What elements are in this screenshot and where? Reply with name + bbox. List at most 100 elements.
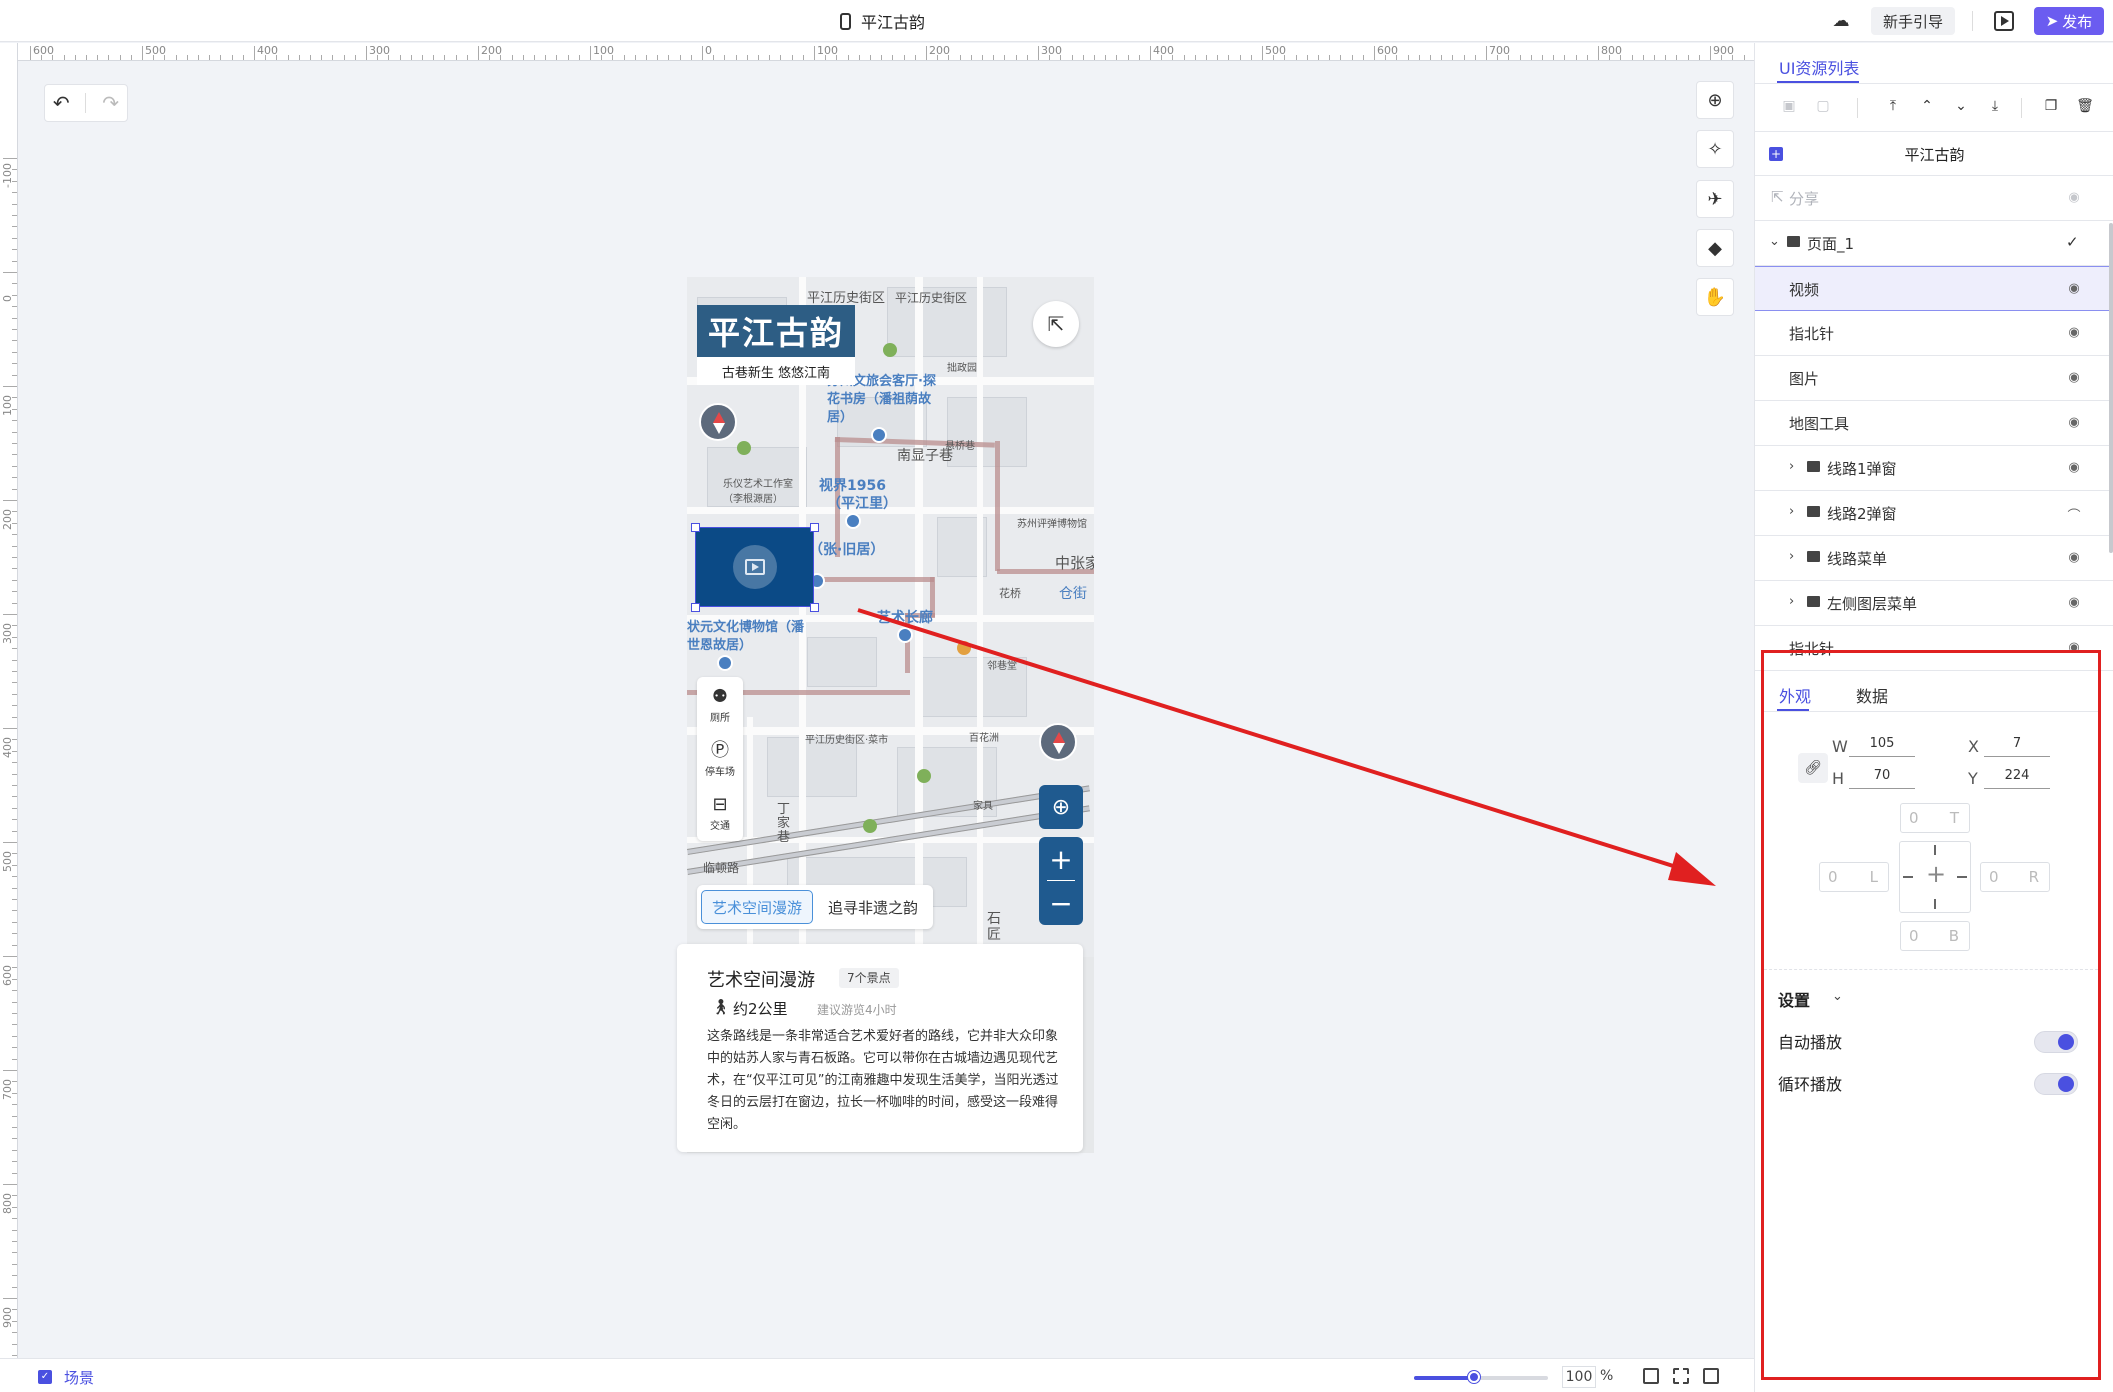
- chevron-down-icon[interactable]: ⌄: [1769, 234, 1780, 249]
- logo-title: 平江古韵: [697, 305, 855, 357]
- locate-tool-icon[interactable]: ⊕: [1696, 81, 1734, 119]
- move-top-icon[interactable]: ⤒: [1883, 98, 1903, 118]
- move-down-icon[interactable]: ⌄: [1951, 98, 1971, 118]
- chevron-right-icon[interactable]: ›: [1789, 594, 1794, 609]
- y-input[interactable]: 224: [1984, 763, 2050, 789]
- satellite-icon[interactable]: ✈: [1696, 180, 1734, 218]
- zoom-out-icon[interactable]: −: [1039, 881, 1083, 925]
- eye-icon[interactable]: ◉: [2065, 281, 2083, 297]
- chevron-right-icon[interactable]: ›: [1789, 459, 1794, 474]
- layer-compass[interactable]: 指北针 ◉: [1755, 311, 2113, 356]
- scene-label[interactable]: 场景: [64, 1367, 94, 1388]
- x-input[interactable]: 7: [1984, 731, 2050, 757]
- copy-icon[interactable]: ❐: [2041, 98, 2061, 118]
- margin-right-input[interactable]: 0 R: [1980, 862, 2050, 892]
- tab-ui-resources[interactable]: UI资源列表: [1779, 55, 1859, 79]
- tool-toilet[interactable]: ⚉ 厕所: [697, 679, 743, 731]
- layer-image[interactable]: 图片 ◉: [1755, 356, 2113, 401]
- map-pin-icon[interactable]: [717, 655, 733, 671]
- layer-route2-popup[interactable]: › 线路2弹窗 ⌒: [1755, 491, 2113, 536]
- scene-checkbox[interactable]: ✓: [38, 1370, 52, 1384]
- share-icon[interactable]: ⇱: [1033, 301, 1079, 347]
- publish-button[interactable]: ➤ 发布: [2034, 7, 2104, 35]
- width-input[interactable]: 105: [1849, 731, 1915, 757]
- resize-handle[interactable]: [810, 523, 819, 532]
- tool-parking[interactable]: Ⓟ 停车场: [697, 733, 743, 785]
- route-tab-heritage[interactable]: 追寻非遗之韵: [819, 890, 927, 924]
- compass-icon[interactable]: [699, 403, 737, 441]
- chevron-right-icon[interactable]: ›: [1789, 504, 1794, 519]
- margin-left-input[interactable]: 0 L: [1819, 862, 1889, 892]
- margin-top-input[interactable]: 0 T: [1900, 803, 1970, 833]
- ruler-label: 800: [1601, 44, 1622, 57]
- ruler-tick: [399, 55, 401, 60]
- layer-route1-popup[interactable]: › 线路1弹窗 ◉: [1755, 446, 2113, 491]
- zoom-input[interactable]: 100: [1562, 1366, 1596, 1388]
- compass-icon[interactable]: [1039, 723, 1077, 761]
- minimap-icon[interactable]: [1703, 1368, 1719, 1384]
- ruler-tick: [12, 705, 17, 707]
- autoplay-toggle[interactable]: [2034, 1031, 2078, 1053]
- project-row[interactable]: + 平江古韵: [1755, 132, 2113, 176]
- map-block: [807, 637, 877, 687]
- layer-map-tools[interactable]: 地图工具 ◉: [1755, 401, 2113, 446]
- link-ratio-icon[interactable]: 🔗︎: [1798, 753, 1828, 783]
- zoom-slider-knob[interactable]: [1468, 1371, 1481, 1383]
- ruler-tick: [1665, 55, 1667, 60]
- undo-icon[interactable]: ↶: [53, 91, 70, 115]
- redo-icon[interactable]: ↷: [102, 91, 119, 115]
- move-up-icon[interactable]: ⌃: [1917, 98, 1937, 118]
- eye-icon[interactable]: ◉: [2065, 325, 2083, 341]
- chevron-down-icon[interactable]: ⌄: [1832, 989, 1843, 1004]
- map-route-line: [814, 577, 934, 582]
- map-pin-icon[interactable]: [845, 513, 861, 529]
- group-icon[interactable]: ▣: [1779, 98, 1799, 118]
- ruler-tick: [1631, 55, 1633, 60]
- eye-icon[interactable]: ◉: [2065, 370, 2083, 386]
- cube-icon[interactable]: ◆: [1696, 229, 1734, 267]
- eye-icon[interactable]: ◉: [2065, 460, 2083, 476]
- layer-left-menu[interactable]: › 左侧图层菜单 ◉: [1755, 581, 2113, 626]
- settings-title[interactable]: 设置: [1778, 987, 1810, 1011]
- map-pin-icon[interactable]: [897, 627, 913, 643]
- preview-play-icon[interactable]: [1994, 11, 2014, 31]
- layer-route-menu[interactable]: › 线路菜单 ◉: [1755, 536, 2113, 581]
- eye-icon[interactable]: ◉: [2065, 550, 2083, 566]
- move-bottom-icon[interactable]: ⤓: [1985, 98, 2005, 118]
- ruler-tick: [567, 55, 569, 60]
- magic-wand-icon[interactable]: ✧: [1696, 130, 1734, 168]
- logo-badge[interactable]: 平江古韵 古巷新生 悠悠江南: [697, 305, 855, 385]
- eye-icon[interactable]: ◉: [2065, 595, 2083, 611]
- share-row[interactable]: ⇱ 分享 ◉: [1755, 176, 2113, 221]
- ungroup-icon[interactable]: ▢: [1813, 98, 1833, 118]
- route-tab-art[interactable]: 艺术空间漫游: [701, 890, 813, 924]
- eye-icon[interactable]: ◉: [2065, 415, 2083, 431]
- ruler-tick: [1172, 55, 1174, 60]
- chevron-right-icon[interactable]: ›: [1789, 549, 1794, 564]
- delete-icon[interactable]: 🗑︎: [2075, 98, 2095, 118]
- layer-page[interactable]: ⌄ 页面_1 ✓: [1755, 221, 2113, 266]
- zoom-slider[interactable]: [1414, 1371, 1548, 1383]
- guide-button[interactable]: 新手引导: [1871, 7, 1955, 35]
- zoom-in-icon[interactable]: +: [1039, 837, 1083, 881]
- cloud-sync-icon[interactable]: ☁: [1830, 11, 1852, 31]
- resize-handle[interactable]: [691, 523, 700, 532]
- loop-toggle[interactable]: [2034, 1073, 2078, 1095]
- layer-scrollbar[interactable]: [2109, 223, 2113, 553]
- split-view-icon[interactable]: [1643, 1368, 1659, 1384]
- globe-icon[interactable]: ⊕: [1039, 785, 1083, 829]
- eye-icon[interactable]: ◉: [2065, 190, 2083, 206]
- height-input[interactable]: 70: [1849, 763, 1915, 789]
- fit-screen-icon[interactable]: [1673, 1368, 1689, 1384]
- eye-hidden-icon[interactable]: ⌒: [2065, 505, 2083, 524]
- tool-transport[interactable]: ⊟ 交通: [697, 787, 743, 839]
- tab-data[interactable]: 数据: [1856, 683, 1888, 707]
- tab-appearance[interactable]: 外观: [1779, 683, 1811, 707]
- layer-video[interactable]: 视频 ◉: [1755, 266, 2113, 311]
- margin-bottom-input[interactable]: 0 B: [1900, 921, 1970, 951]
- resize-handle[interactable]: [810, 603, 819, 612]
- ruler-tick: [511, 55, 513, 60]
- hand-pan-icon[interactable]: ✋: [1696, 278, 1734, 316]
- map-pin-icon[interactable]: [871, 427, 887, 443]
- resize-handle[interactable]: [691, 603, 700, 612]
